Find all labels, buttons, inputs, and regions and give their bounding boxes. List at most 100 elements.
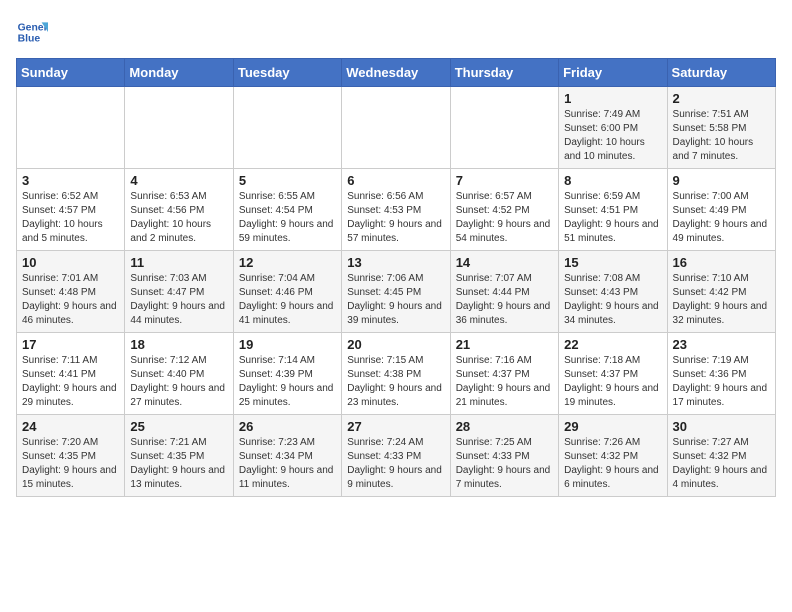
calendar-cell: 21Sunrise: 7:16 AM Sunset: 4:37 PM Dayli… [450,333,558,415]
weekday-header-tuesday: Tuesday [233,59,341,87]
calendar-cell: 17Sunrise: 7:11 AM Sunset: 4:41 PM Dayli… [17,333,125,415]
day-number: 26 [239,419,336,434]
weekday-header-wednesday: Wednesday [342,59,450,87]
calendar-cell: 28 Sunrise: 7:25 AM Sunset: 4:33 PM Dayli… [450,415,558,497]
calendar-cell [342,87,450,169]
calendar-cell: 14 Sunrise: 7:07 AM Sunset: 4:44 PM Dayli… [450,251,558,333]
weekday-header-row: SundayMondayTuesdayWednesdayThursdayFrid… [17,59,776,87]
day-info: Sunrise: 7:11 AM Sunset: 4:41 PM Dayligh… [22,354,119,410]
day-info: Sunrise: 7:27 AM Sunset: 4:32 PM Dayligh… [673,436,770,492]
day-info: Sunrise: 7:51 AM Sunset: 5:58 PM Dayligh… [673,108,770,164]
calendar-cell: 27 Sunrise: 7:24 AM Sunset: 4:33 PM Dayli… [342,415,450,497]
day-number: 22 [564,337,661,352]
calendar-week-2: 3 Sunrise: 6:52 AM Sunset: 4:57 PM Daylig… [17,169,776,251]
day-info: Sunrise: 7:18 AM Sunset: 4:37 PM Dayligh… [564,354,661,410]
calendar-cell: 22 Sunrise: 7:18 AM Sunset: 4:37 PM Dayli… [559,333,667,415]
day-number: 25 [130,419,227,434]
day-info: Sunrise: 7:14 AM Sunset: 4:39 PM Dayligh… [239,354,336,410]
calendar-table: SundayMondayTuesdayWednesdayThursdayFrid… [16,58,776,497]
day-info: Sunrise: 7:04 AM Sunset: 4:46 PM Dayligh… [239,272,336,328]
day-number: 15 [564,255,661,270]
day-info: Sunrise: 7:15 AM Sunset: 4:38 PM Dayligh… [347,354,444,410]
day-number: 30 [673,419,770,434]
weekday-header-monday: Monday [125,59,233,87]
calendar-cell: 16 Sunrise: 7:10 AM Sunset: 4:42 PM Dayli… [667,251,775,333]
calendar-cell: 6 Sunrise: 6:56 AM Sunset: 4:53 PM Daylig… [342,169,450,251]
day-info: Sunrise: 7:24 AM Sunset: 4:33 PM Dayligh… [347,436,444,492]
day-number: 23 [673,337,770,352]
day-number: 2 [673,91,770,106]
day-number: 1 [564,91,661,106]
calendar-cell: 26 Sunrise: 7:23 AM Sunset: 4:34 PM Dayli… [233,415,341,497]
day-number: 12 [239,255,336,270]
calendar-cell: 4Sunrise: 6:53 AM Sunset: 4:56 PM Daylig… [125,169,233,251]
calendar-cell: 24Sunrise: 7:20 AM Sunset: 4:35 PM Dayli… [17,415,125,497]
day-info: Sunrise: 6:56 AM Sunset: 4:53 PM Dayligh… [347,190,444,246]
calendar-cell: 29 Sunrise: 7:26 AM Sunset: 4:32 PM Dayli… [559,415,667,497]
calendar-cell: 12 Sunrise: 7:04 AM Sunset: 4:46 PM Dayli… [233,251,341,333]
logo-icon: General Blue [16,16,48,48]
day-info: Sunrise: 6:55 AM Sunset: 4:54 PM Dayligh… [239,190,336,246]
calendar-cell: 9 Sunrise: 7:00 AM Sunset: 4:49 PM Daylig… [667,169,775,251]
weekday-header-sunday: Sunday [17,59,125,87]
calendar-week-1: 1 Sunrise: 7:49 AM Sunset: 6:00 PM Daylig… [17,87,776,169]
day-number: 16 [673,255,770,270]
svg-text:Blue: Blue [18,34,41,45]
day-info: Sunrise: 7:01 AM Sunset: 4:48 PM Dayligh… [22,272,119,328]
day-info: Sunrise: 7:49 AM Sunset: 6:00 PM Dayligh… [564,108,661,164]
day-number: 28 [456,419,553,434]
calendar-cell: 10 Sunrise: 7:01 AM Sunset: 4:48 PM Dayli… [17,251,125,333]
calendar-cell [17,87,125,169]
calendar-cell: 7Sunrise: 6:57 AM Sunset: 4:52 PM Daylig… [450,169,558,251]
day-number: 14 [456,255,553,270]
day-info: Sunrise: 7:03 AM Sunset: 4:47 PM Dayligh… [130,272,227,328]
calendar-cell: 5 Sunrise: 6:55 AM Sunset: 4:54 PM Daylig… [233,169,341,251]
day-number: 29 [564,419,661,434]
calendar-cell: 11 Sunrise: 7:03 AM Sunset: 4:47 PM Dayli… [125,251,233,333]
day-info: Sunrise: 7:00 AM Sunset: 4:49 PM Dayligh… [673,190,770,246]
day-info: Sunrise: 7:10 AM Sunset: 4:42 PM Dayligh… [673,272,770,328]
calendar-cell [233,87,341,169]
day-info: Sunrise: 7:08 AM Sunset: 4:43 PM Dayligh… [564,272,661,328]
calendar-cell [125,87,233,169]
calendar-cell: 3 Sunrise: 6:52 AM Sunset: 4:57 PM Daylig… [17,169,125,251]
day-number: 9 [673,173,770,188]
day-number: 11 [130,255,227,270]
day-number: 21 [456,337,553,352]
day-info: Sunrise: 6:57 AM Sunset: 4:52 PM Dayligh… [456,190,553,246]
day-number: 5 [239,173,336,188]
weekday-header-thursday: Thursday [450,59,558,87]
day-number: 10 [22,255,119,270]
calendar-week-5: 24Sunrise: 7:20 AM Sunset: 4:35 PM Dayli… [17,415,776,497]
calendar-cell: 18 Sunrise: 7:12 AM Sunset: 4:40 PM Dayli… [125,333,233,415]
day-info: Sunrise: 7:07 AM Sunset: 4:44 PM Dayligh… [456,272,553,328]
calendar-cell: 23 Sunrise: 7:19 AM Sunset: 4:36 PM Dayli… [667,333,775,415]
day-number: 27 [347,419,444,434]
day-number: 20 [347,337,444,352]
day-number: 13 [347,255,444,270]
day-info: Sunrise: 7:26 AM Sunset: 4:32 PM Dayligh… [564,436,661,492]
calendar-cell: 15 Sunrise: 7:08 AM Sunset: 4:43 PM Dayli… [559,251,667,333]
day-number: 18 [130,337,227,352]
day-number: 24 [22,419,119,434]
day-info: Sunrise: 7:23 AM Sunset: 4:34 PM Dayligh… [239,436,336,492]
day-info: Sunrise: 7:19 AM Sunset: 4:36 PM Dayligh… [673,354,770,410]
day-info: Sunrise: 6:53 AM Sunset: 4:56 PM Dayligh… [130,190,227,246]
day-info: Sunrise: 6:52 AM Sunset: 4:57 PM Dayligh… [22,190,119,246]
calendar-cell: 1 Sunrise: 7:49 AM Sunset: 6:00 PM Daylig… [559,87,667,169]
calendar-cell: 30 Sunrise: 7:27 AM Sunset: 4:32 PM Dayli… [667,415,775,497]
day-number: 3 [22,173,119,188]
calendar-cell [450,87,558,169]
calendar-week-3: 10 Sunrise: 7:01 AM Sunset: 4:48 PM Dayli… [17,251,776,333]
day-info: Sunrise: 7:25 AM Sunset: 4:33 PM Dayligh… [456,436,553,492]
calendar-week-4: 17Sunrise: 7:11 AM Sunset: 4:41 PM Dayli… [17,333,776,415]
day-number: 6 [347,173,444,188]
day-info: Sunrise: 7:12 AM Sunset: 4:40 PM Dayligh… [130,354,227,410]
calendar-cell: 13 Sunrise: 7:06 AM Sunset: 4:45 PM Dayli… [342,251,450,333]
day-number: 19 [239,337,336,352]
day-info: Sunrise: 6:59 AM Sunset: 4:51 PM Dayligh… [564,190,661,246]
calendar-cell: 2 Sunrise: 7:51 AM Sunset: 5:58 PM Daylig… [667,87,775,169]
logo: General Blue [16,16,48,48]
day-info: Sunrise: 7:06 AM Sunset: 4:45 PM Dayligh… [347,272,444,328]
day-number: 8 [564,173,661,188]
